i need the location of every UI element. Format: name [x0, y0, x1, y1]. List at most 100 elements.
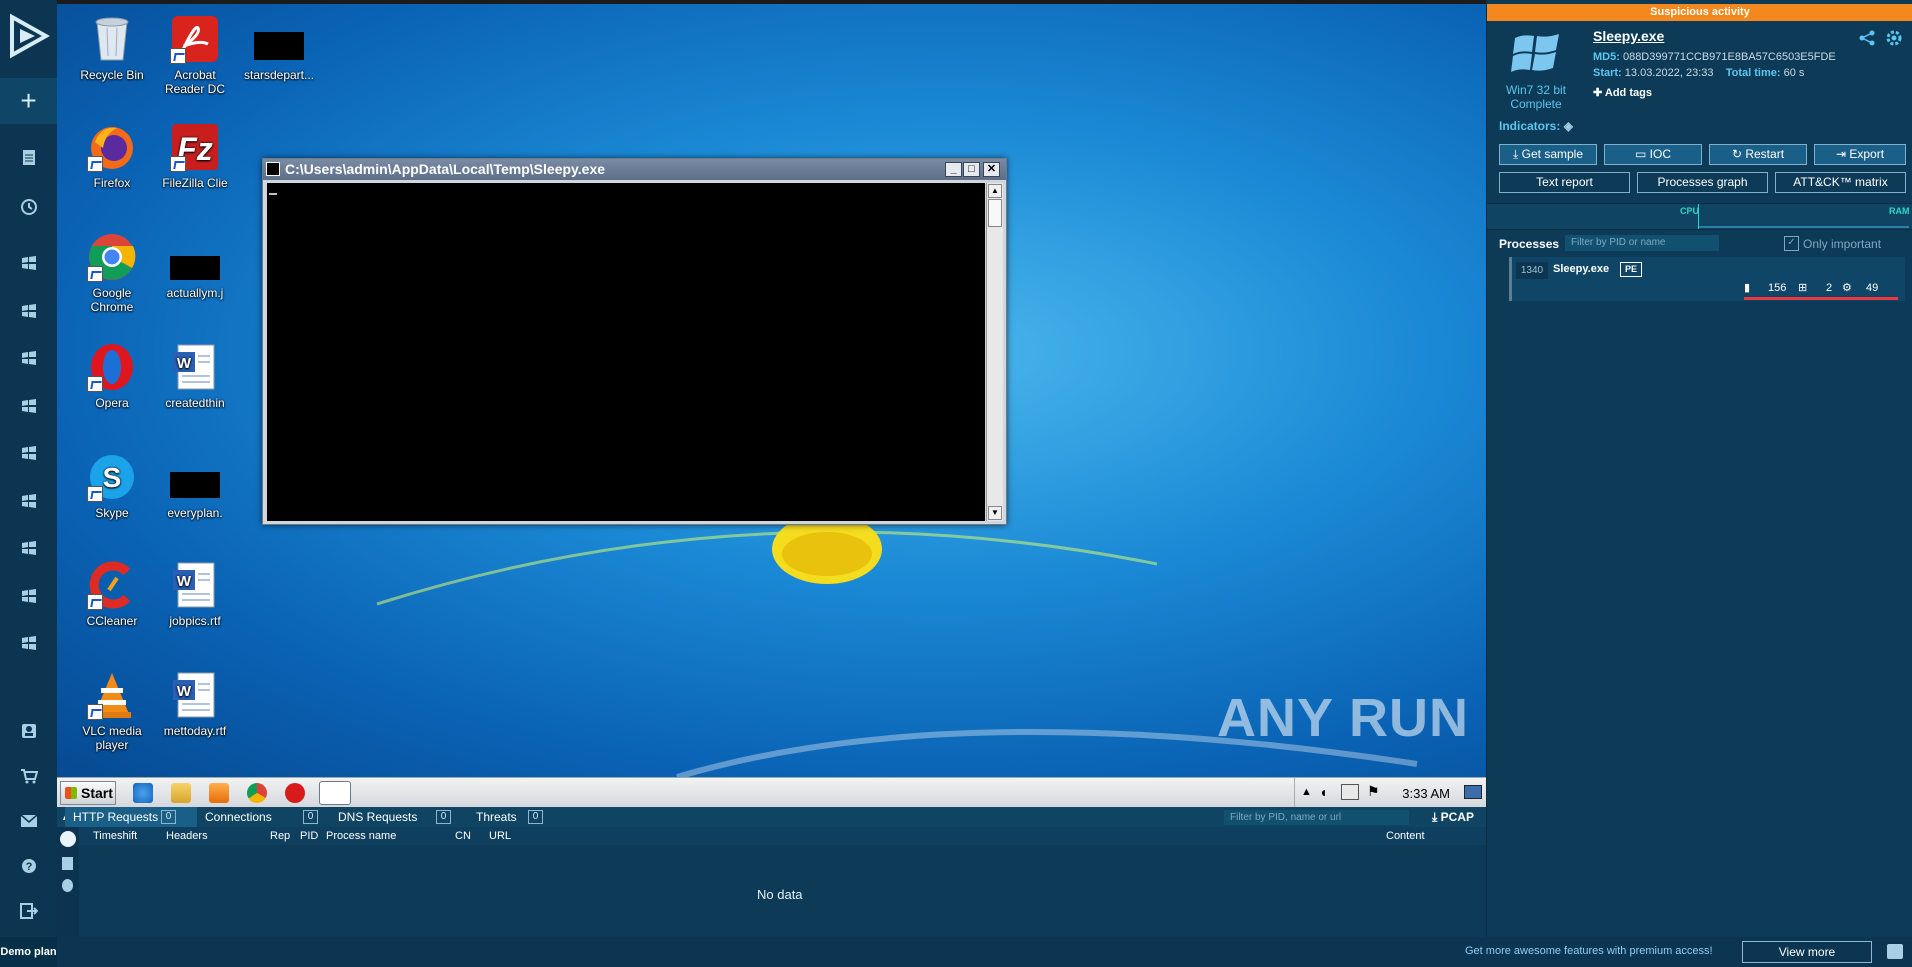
scroll-down-arrow-icon[interactable]: ▼ — [988, 506, 1002, 520]
tab-threats[interactable]: Threats 0 — [468, 807, 548, 827]
action-center-flag-icon[interactable]: ⚑ — [1367, 783, 1380, 800]
task-windows-icon[interactable] — [0, 389, 57, 423]
col-content[interactable]: Content — [1386, 827, 1425, 845]
col-process-name[interactable]: Process name — [326, 827, 396, 845]
maximize-button[interactable]: □ — [963, 162, 980, 177]
task-windows-icon[interactable] — [0, 341, 57, 375]
tab-connections[interactable]: Connections 0 — [197, 807, 323, 827]
history-icon[interactable] — [0, 190, 57, 224]
desktop-icon-skype[interactable]: S Skype — [70, 452, 154, 520]
console-scrollbar[interactable]: ▲ ▼ — [986, 183, 1003, 521]
globe-icon[interactable] — [60, 831, 76, 847]
sample-filename[interactable]: Sleepy.exe — [1593, 28, 1664, 44]
bug-icon[interactable] — [62, 879, 73, 892]
task-windows-icon[interactable] — [0, 246, 57, 280]
col-pid[interactable]: PID — [300, 827, 318, 845]
task-windows-icon[interactable] — [0, 531, 57, 565]
ioc-button[interactable]: ▭ IOC — [1604, 144, 1702, 165]
export-button[interactable]: ⇥ Export — [1814, 144, 1906, 165]
desktop-icon-firefox[interactable]: Firefox — [70, 122, 154, 190]
desktop-icon-everyplan[interactable]: everyplan. — [153, 452, 237, 520]
new-task-button[interactable]: + — [0, 78, 57, 124]
get-sample-button[interactable]: ⤓ Get sample — [1499, 144, 1597, 165]
network-tabs: ▲ HTTP Requests0 Connections0 DNS Reques… — [57, 807, 1486, 827]
desktop-icon-actuallym[interactable]: actuallym.j — [153, 232, 237, 300]
col-timeshift[interactable]: Timeshift — [93, 827, 137, 845]
desktop-icon-createdthin[interactable]: W createdthin — [153, 342, 237, 410]
desktop-icon-recycle-bin[interactable]: Recycle Bin — [70, 14, 154, 82]
tab-dns-requests[interactable]: DNS Requests 0 — [330, 807, 456, 827]
desktop-icon-acrobat[interactable]: Acrobat Reader DC — [153, 14, 237, 96]
only-important-checkbox[interactable]: Only important — [1783, 236, 1881, 251]
taskbar-clock[interactable]: 3:33 AM — [1402, 786, 1450, 801]
vm-desktop[interactable]: Recycle Bin Acrobat Reader DC starsdepar… — [57, 4, 1486, 777]
task-windows-icon[interactable] — [0, 294, 57, 328]
registry-icon: ⚙ — [1842, 282, 1852, 294]
chrome-taskbar-icon[interactable] — [247, 783, 267, 803]
desktop-icon-starsdepart[interactable]: starsdepart... — [237, 14, 321, 82]
settings-gear-icon[interactable] — [1885, 29, 1903, 47]
task-windows-icon[interactable] — [0, 626, 57, 660]
task-windows-icon[interactable] — [0, 436, 57, 470]
restart-button[interactable]: ↻ Restart — [1709, 144, 1807, 165]
console-window[interactable]: C:\Users\admin\AppData\Local\Temp\Sleepy… — [262, 158, 1007, 525]
desktop-icon-vlc[interactable]: VLC media player — [70, 670, 154, 752]
close-button[interactable]: ✕ — [983, 162, 1000, 177]
tray-expand-icon[interactable]: ▲ — [1301, 786, 1312, 798]
minimize-button[interactable]: _ — [945, 162, 962, 177]
col-rep[interactable]: Rep — [270, 827, 290, 845]
desktop-icon-jobpics[interactable]: W jobpics.rtf — [153, 560, 237, 628]
col-url[interactable]: URL — [489, 827, 511, 845]
ie-taskbar-icon[interactable] — [133, 783, 153, 803]
console-output[interactable] — [267, 183, 985, 521]
help-icon[interactable]: ? — [0, 849, 57, 883]
pcap-download-button[interactable]: ⤓ PCAP — [1432, 807, 1474, 827]
col-headers[interactable]: Headers — [166, 827, 208, 845]
scroll-up-arrow-icon[interactable]: ▲ — [988, 184, 1002, 198]
demo-plan-badge[interactable]: Demo plan — [0, 937, 57, 967]
logout-icon[interactable] — [0, 894, 57, 928]
desktop-icon-opera[interactable]: Opera — [70, 342, 154, 410]
console-title-bar[interactable]: C:\Users\admin\AppData\Local\Temp\Sleepy… — [263, 159, 1006, 180]
network-icon[interactable] — [1341, 784, 1359, 800]
processes-graph-button[interactable]: Processes graph — [1637, 172, 1768, 193]
share-icon[interactable] — [1859, 30, 1875, 46]
thumbs-up-icon[interactable] — [1887, 944, 1903, 959]
desktop-icon-filezilla[interactable]: Fz FileZilla Clie — [153, 122, 237, 190]
add-tags-button[interactable]: ✚ Add tags — [1593, 86, 1652, 99]
explorer-taskbar-icon[interactable] — [171, 783, 191, 803]
indicator-icon[interactable]: ◈ — [1564, 119, 1573, 133]
volume-icon[interactable]: ◖ — [1319, 784, 1327, 800]
md5-value[interactable]: 088D399771CCB971E8BA57C6503E5FDE — [1623, 51, 1836, 63]
file-icon[interactable] — [62, 857, 73, 870]
mail-icon[interactable] — [0, 804, 57, 838]
task-windows-icon[interactable] — [0, 579, 57, 613]
anyrun-logo[interactable] — [0, 4, 57, 68]
process-filter-input[interactable]: Filter by PID or name — [1565, 235, 1719, 251]
console-taskbar-button[interactable] — [319, 781, 351, 805]
svg-text:S: S — [103, 462, 122, 493]
profile-icon[interactable] — [0, 714, 57, 748]
network-side-tools — [57, 827, 79, 937]
start-button[interactable]: Start — [60, 781, 116, 805]
attck-matrix-button[interactable]: ATT&CK™ matrix — [1775, 172, 1906, 193]
network-filter-input[interactable]: Filter by PID, name or url — [1224, 810, 1409, 825]
text-report-button[interactable]: Text report — [1499, 172, 1630, 193]
vlc-icon — [87, 670, 137, 720]
scroll-thumb[interactable] — [988, 199, 1002, 227]
opera-taskbar-icon[interactable] — [285, 783, 305, 803]
opera-icon — [87, 342, 137, 392]
desktop-icon-chrome[interactable]: Google Chrome — [70, 232, 154, 314]
task-windows-icon[interactable] — [0, 484, 57, 518]
reports-icon[interactable] — [0, 140, 57, 174]
col-cn[interactable]: CN — [455, 827, 471, 845]
ccleaner-icon — [87, 560, 137, 610]
tab-http-requests[interactable]: HTTP Requests 0 — [65, 807, 197, 827]
desktop-icon-ccleaner[interactable]: CCleaner — [70, 560, 154, 628]
desktop-icon-mettoday[interactable]: W mettoday.rtf — [153, 670, 237, 738]
process-row[interactable]: 1340 Sleepy.exe PE ▮ 156 ⊞ 2 ⚙ 49 — [1509, 257, 1905, 301]
view-more-button[interactable]: View more — [1742, 941, 1872, 963]
show-desktop-icon[interactable] — [1464, 785, 1482, 799]
cart-icon[interactable] — [0, 759, 57, 793]
media-player-taskbar-icon[interactable] — [209, 783, 229, 803]
